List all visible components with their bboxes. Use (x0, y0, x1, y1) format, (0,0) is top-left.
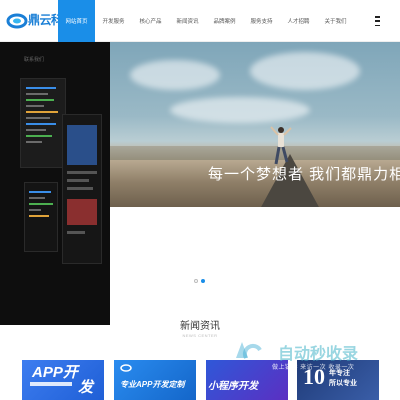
news-section-subtitle: NEWS CENTER (182, 333, 218, 338)
site-header: 鼎云科技 网站首页 开发服务 核心产品 新闻资讯 品牌案例 服务支持 人才招聘 … (0, 0, 400, 42)
cloud-graphic (170, 97, 310, 123)
code-lines-graphic (29, 191, 53, 217)
news-card-headline: 发 (78, 379, 94, 396)
code-lines-graphic (26, 87, 58, 143)
showcase-screen-image (20, 78, 66, 168)
nav-item-cases[interactable]: 品牌案例 (206, 0, 243, 42)
hero-slogan: 每一个梦想者 我们都鼎力相 (208, 166, 400, 183)
card-bar-graphic (30, 382, 72, 386)
news-card-headline: 专业APP开发定制 (120, 380, 185, 389)
showcase-screen-image (24, 182, 58, 252)
watermark-tagline: 做上链接 来访一次 收录一次 (272, 365, 355, 371)
news-card-headline: 所以专业 (329, 380, 357, 387)
site-logo[interactable]: 鼎云科技 (6, 10, 75, 32)
news-card-headline: 小程序开发 (208, 381, 258, 392)
nav-item-support[interactable]: 服务支持 (243, 0, 280, 42)
horizon-graphic (110, 146, 400, 160)
nav-item-about[interactable]: 关于我们 (317, 0, 354, 42)
hamburger-menu-icon[interactable] (372, 14, 384, 28)
news-section-title: 新闻资讯 (180, 321, 220, 332)
slider-pagination (194, 279, 205, 283)
nav-item-core-products[interactable]: 核心产品 (132, 0, 169, 42)
cloud-graphic (130, 60, 220, 90)
nav-item-home[interactable]: 网站首页 (58, 0, 95, 42)
main-nav: 网站首页 开发服务 核心产品 新闻资讯 品牌案例 服务支持 人才招聘 关于我们 (58, 0, 354, 42)
hero-banner[interactable]: 每一个梦想者 我们都鼎力相 (110, 42, 400, 207)
news-card-app-dev[interactable]: APP开 发 (22, 360, 104, 400)
cloud-graphic (250, 52, 360, 90)
dark-showcase-panel: 联系我们 (0, 42, 110, 325)
news-card-custom-app[interactable]: 专业APP开发定制 (114, 360, 196, 400)
logo-mark-icon (6, 13, 28, 29)
slider-dot-2[interactable] (201, 279, 205, 283)
slider-dot-1[interactable] (194, 279, 198, 283)
watermark-text: 自动秒收录 (278, 346, 359, 363)
watermark-logo-icon (236, 342, 262, 359)
logo-mark-icon (120, 364, 132, 372)
news-card-headline: APP开 (32, 364, 78, 381)
nav-item-dev-services[interactable]: 开发服务 (95, 0, 132, 42)
showcase-screen-image (62, 114, 102, 264)
phone-mockup-graphic (67, 125, 97, 234)
nav-item-careers[interactable]: 人才招聘 (280, 0, 317, 42)
runner-figure-image (270, 126, 292, 165)
nav-item-news[interactable]: 新闻资讯 (169, 0, 206, 42)
dark-panel-label: 联系我们 (24, 57, 45, 63)
